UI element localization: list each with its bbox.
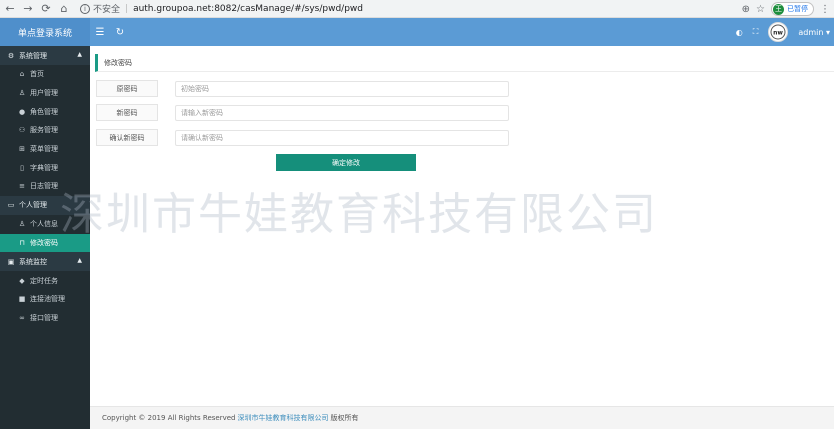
info-icon[interactable]: i	[80, 3, 90, 14]
user-avatar[interactable]: nw	[768, 22, 789, 42]
database-icon: ■	[18, 295, 26, 304]
sidebar-item-label: 服务管理	[30, 126, 58, 135]
confirm-password-row: 确认新密码	[96, 129, 516, 146]
sidebar-item-label: 首页	[30, 70, 44, 79]
page-title: 修改密码	[95, 54, 834, 72]
browser-toolbar: ← → ⟳ ⌂ i 不安全 | auth.groupoa.net:8082/ca…	[0, 0, 834, 18]
sidebar-item-connection-pool[interactable]: ■ 连接池管理	[0, 290, 90, 309]
svg-text:nw: nw	[773, 30, 783, 37]
app-header: 单点登录系统 ☰ ↻ ◐ ⛶ nw admin ▾	[0, 18, 834, 46]
copyright-text: Copyright © 2019 All Rights Reserved	[102, 414, 236, 422]
watermark-text: 深圳市牛娃教育科技有限公司	[60, 189, 658, 240]
chevron-down-icon: ▾	[825, 27, 830, 37]
task-icon: ◆	[19, 276, 25, 285]
sidebar-group-label: 个人管理	[19, 201, 47, 210]
sidebar-item-scheduled-tasks[interactable]: ◆ 定时任务	[0, 271, 90, 290]
new-password-row: 新密码	[96, 104, 516, 121]
sidebar-group-monitor[interactable]: ▣ 系统监控 ▲	[0, 252, 90, 272]
sidebar-item-services[interactable]: ⚇ 服务管理	[0, 121, 90, 140]
id-card-icon: ▭	[7, 201, 15, 210]
paused-label: 已暂停	[787, 5, 808, 13]
bookmark-star-icon[interactable]: ☆	[756, 4, 765, 15]
user-avatar-icon: nw	[770, 24, 786, 40]
old-password-input[interactable]	[175, 80, 509, 97]
user-icon: ♙	[18, 220, 26, 229]
new-password-input[interactable]	[175, 104, 509, 121]
sidebar-item-label: 角色管理	[30, 107, 58, 116]
role-icon: ●	[18, 107, 26, 116]
address-separator: |	[125, 3, 129, 14]
profile-avatar: 王	[773, 3, 784, 15]
user-name: admin	[798, 27, 824, 37]
sidebar-item-label: 接口管理	[30, 313, 58, 322]
url-text[interactable]: auth.groupoa.net:8082/casManage/#/sys/pw…	[133, 4, 363, 14]
sidebar-item-roles[interactable]: ● 角色管理	[0, 102, 90, 121]
confirm-password-label: 确认新密码	[96, 129, 158, 146]
refresh-icon[interactable]: ↻	[110, 18, 130, 46]
gear-icon: ⚙	[7, 51, 15, 60]
footer: Copyright © 2019 All Rights Reserved 深圳市…	[90, 406, 834, 429]
confirm-change-button[interactable]: 确定修改	[276, 154, 416, 171]
profile-paused-button[interactable]: 王 已暂停	[771, 2, 814, 16]
sidebar-item-users[interactable]: ♙ 用户管理	[0, 84, 90, 103]
sidebar-group-label: 系统管理	[19, 51, 47, 60]
new-password-label: 新密码	[96, 104, 158, 121]
monitor-icon: ▣	[7, 257, 15, 266]
header-actions: ◐ ⛶ nw admin ▾	[736, 18, 834, 46]
sidebar-group-system[interactable]: ⚙ 系统管理 ▲	[0, 46, 90, 65]
brand-title: 单点登录系统	[0, 18, 90, 46]
grid-icon: ⊞	[19, 145, 25, 154]
sidebar-item-dictionary[interactable]: ▯ 字典管理	[0, 158, 90, 177]
home-icon[interactable]: ⌂	[56, 1, 72, 17]
sidebar-item-label: 用户管理	[30, 89, 58, 98]
user-menu[interactable]: admin ▾	[798, 28, 830, 37]
sidebar-item-label: 字典管理	[30, 163, 58, 172]
old-password-row: 原密码	[96, 80, 516, 97]
sidebar-item-api[interactable]: ∞ 接口管理	[0, 309, 90, 328]
company-link[interactable]: 深圳市牛娃教育科技有限公司	[237, 413, 328, 423]
fullscreen-icon[interactable]: ⛶	[753, 27, 759, 37]
caret-up-icon: ▲	[77, 257, 82, 265]
sidebar-item-label: 修改密码	[30, 238, 58, 247]
link-icon: ∞	[19, 313, 25, 322]
palette-icon[interactable]: ◐	[736, 28, 743, 37]
home-icon: ⌂	[19, 70, 25, 79]
sidebar-item-label: 连接池管理	[30, 295, 65, 304]
zoom-icon[interactable]: ⊕	[742, 4, 750, 15]
insecure-label: 不安全	[93, 5, 121, 15]
caret-up-icon: ▲	[77, 51, 82, 58]
list-icon: ≡	[19, 182, 25, 191]
lock-icon: ⊓	[19, 238, 25, 247]
menu-toggle-icon[interactable]: ☰	[90, 18, 110, 46]
back-icon[interactable]: ←	[2, 1, 18, 17]
rights-text: 版权所有	[330, 414, 359, 422]
sidebar-item-menus[interactable]: ⊞ 菜单管理	[0, 140, 90, 159]
service-icon: ⚇	[18, 126, 26, 135]
sidebar-item-label: 定时任务	[30, 276, 58, 285]
confirm-password-input[interactable]	[175, 129, 509, 146]
browser-menu-icon[interactable]: ⋮	[820, 4, 830, 15]
sidebar-item-label: 个人信息	[30, 220, 58, 229]
sidebar-item-label: 菜单管理	[30, 145, 58, 154]
old-password-label: 原密码	[96, 80, 158, 97]
address-bar[interactable]: i 不安全 | auth.groupoa.net:8082/casManage/…	[80, 2, 363, 16]
sidebar-group-label: 系统监控	[19, 257, 47, 266]
reload-icon[interactable]: ⟳	[38, 1, 54, 17]
user-icon: ♙	[18, 89, 26, 98]
browser-actions: ⊕ ☆ 王 已暂停 ⋮	[742, 1, 830, 17]
sidebar-item-label: 日志管理	[30, 182, 58, 191]
forward-icon[interactable]: →	[20, 1, 36, 17]
book-icon: ▯	[20, 163, 24, 172]
sidebar-item-home[interactable]: ⌂ 首页	[0, 65, 90, 84]
